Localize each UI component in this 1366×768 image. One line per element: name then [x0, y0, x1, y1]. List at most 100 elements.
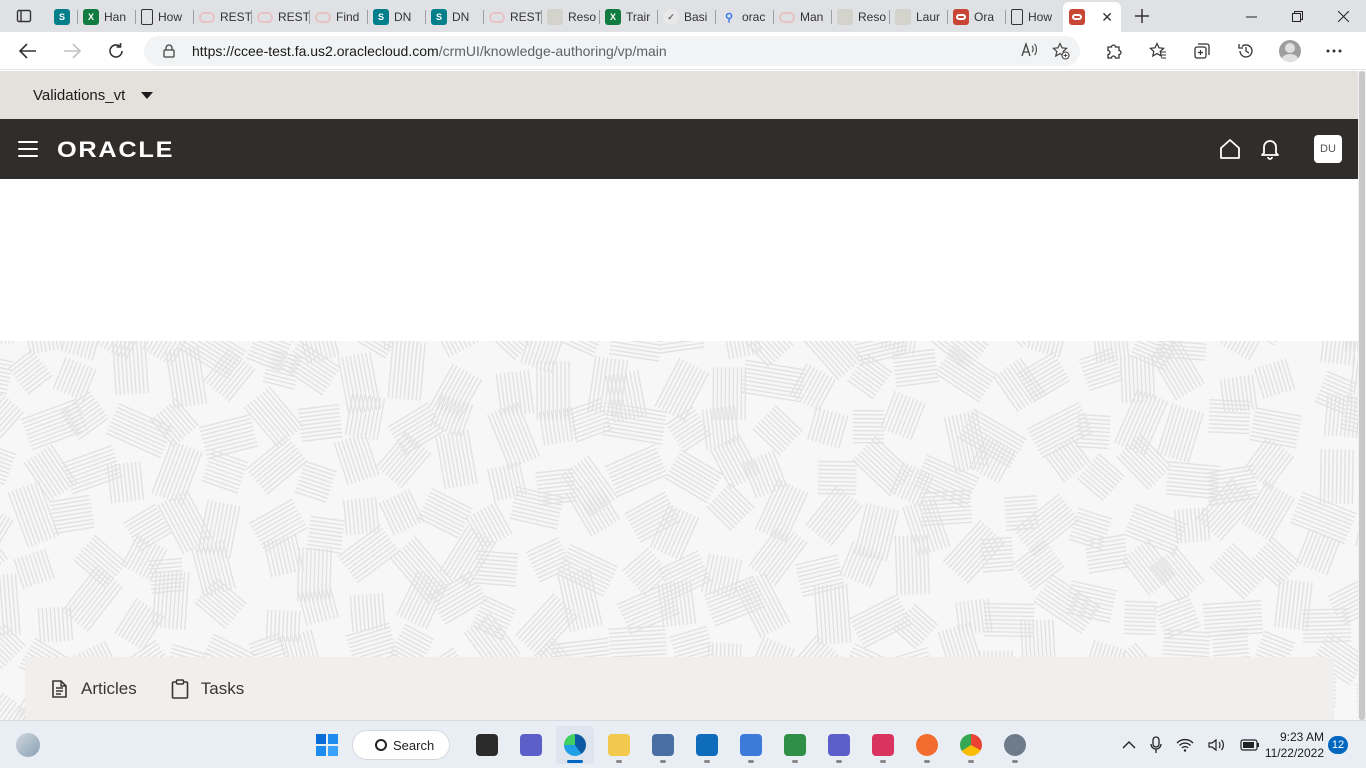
browser-toolbar: https://ccee-test.fa.us2.oraclecloud.com…: [0, 32, 1366, 70]
taskbar-app-outlook[interactable]: [688, 726, 726, 764]
taskbar-app-snipping-tool[interactable]: [864, 726, 902, 764]
nav-item-articles[interactable]: Articles: [51, 679, 137, 699]
history-icon: [1238, 44, 1253, 58]
oracle-outline-icon: [199, 11, 215, 23]
user-avatar[interactable]: DU: [1314, 135, 1342, 163]
edge-icon: [564, 734, 586, 756]
new-tab-button[interactable]: [1127, 1, 1157, 31]
tab-title: Trair: [626, 10, 651, 24]
oracle-logo[interactable]: ORACLE: [57, 137, 174, 163]
url-text[interactable]: https://ccee-test.fa.us2.oraclecloud.com…: [192, 43, 1020, 59]
favorites-button[interactable]: [1136, 36, 1180, 66]
taskbar-app-file-explorer[interactable]: [600, 726, 638, 764]
browser-tab[interactable]: ✓ Basi: [657, 4, 715, 30]
profile-avatar-icon: [1279, 40, 1301, 62]
taskbar-app-teams[interactable]: [820, 726, 858, 764]
browser-tab[interactable]: How: [135, 4, 193, 30]
notification-badge[interactable]: 12: [1328, 736, 1348, 754]
taskbar-clock[interactable]: 9:23 AM 11/22/2022: [1262, 729, 1324, 761]
browser-tab[interactable]: How: [1005, 4, 1063, 30]
tab-title: Find: [336, 10, 360, 24]
taskbar-app-settings[interactable]: [996, 726, 1034, 764]
browser-tab-strip: S X Han How REST REST Find S DN S DN REST Reso X Trair…: [0, 0, 1366, 32]
tab-title: Laur: [916, 10, 941, 24]
running-indicator: [880, 760, 886, 763]
browser-tab[interactable]: ⚲ orac: [715, 4, 773, 30]
url-host: https://ccee-test.fa.us2.oraclecloud.com: [192, 43, 439, 59]
taskbar-app-teams-chat[interactable]: [512, 726, 550, 764]
home-icon[interactable]: [1219, 138, 1241, 160]
browser-tab[interactable]: X Han: [77, 4, 135, 30]
microphone-icon[interactable]: [1150, 736, 1162, 754]
sandbox-bar: Validations_vt: [0, 71, 1358, 119]
collections-button[interactable]: [1180, 36, 1224, 66]
browser-tab[interactable]: S: [48, 4, 77, 30]
articles-icon: [52, 679, 67, 698]
browser-tab[interactable]: Man: [773, 4, 831, 30]
tab-actions-icon: [16, 9, 32, 23]
sharepoint-icon: S: [54, 9, 70, 25]
tab-list: S X Han How REST REST Find S DN S DN REST Reso X Trair…: [48, 0, 1121, 32]
taskbar-app-task-view[interactable]: [468, 726, 506, 764]
close-tab-icon[interactable]: ✕: [1101, 9, 1113, 26]
add-favorite-icon[interactable]: [1052, 42, 1070, 60]
browser-tab[interactable]: Laur: [889, 4, 947, 30]
page-scrollbar[interactable]: [1358, 71, 1366, 720]
taskbar-search[interactable]: Search: [352, 730, 450, 760]
extensions-button[interactable]: [1092, 36, 1136, 66]
minimize-button[interactable]: [1228, 0, 1274, 32]
taskbar-app-edge[interactable]: [556, 726, 594, 764]
tab-title: REST: [220, 10, 251, 24]
chevron-up-icon[interactable]: [1122, 740, 1136, 750]
weather-widget-icon[interactable]: [16, 733, 40, 757]
history-button[interactable]: [1224, 36, 1268, 66]
battery-icon[interactable]: [1240, 739, 1260, 751]
forward-button[interactable]: [54, 35, 90, 67]
browser-tab[interactable]: Reso: [831, 4, 889, 30]
browser-tab[interactable]: REST: [251, 4, 309, 30]
wifi-icon[interactable]: [1176, 738, 1194, 752]
lock-icon[interactable]: [162, 44, 176, 58]
minimize-icon: [1245, 16, 1257, 17]
address-bar[interactable]: https://ccee-test.fa.us2.oraclecloud.com…: [144, 36, 1080, 66]
browser-tab-active[interactable]: ✕: [1063, 2, 1121, 32]
browser-tab[interactable]: REST: [193, 4, 251, 30]
tab-title: Man: [800, 10, 824, 24]
back-button[interactable]: [10, 35, 46, 67]
hamburger-menu-icon[interactable]: [18, 141, 38, 157]
taskbar-app-spreadsheet-compare[interactable]: [776, 726, 814, 764]
sandbox-name[interactable]: Validations_vt: [33, 87, 125, 104]
caret-down-icon[interactable]: [141, 91, 154, 99]
browser-tab[interactable]: REST: [483, 4, 541, 30]
close-window-button[interactable]: [1320, 0, 1366, 32]
start-button[interactable]: [308, 726, 346, 764]
url-path: /crmUI/knowledge-authoring/vp/main: [438, 43, 667, 59]
settings-more-button[interactable]: [1312, 36, 1356, 66]
browser-tab[interactable]: Reso: [541, 4, 599, 30]
profile-button[interactable]: [1268, 36, 1312, 66]
tab-actions-button[interactable]: [0, 0, 48, 32]
taskbar-app-remote-desktop[interactable]: [644, 726, 682, 764]
browser-tab[interactable]: S DN: [367, 4, 425, 30]
address-bar-actions: [1020, 42, 1070, 60]
taskbar-app-pen-tool[interactable]: [908, 726, 946, 764]
taskbar-app-notepad[interactable]: [732, 726, 770, 764]
nav-item-label: Tasks: [200, 678, 245, 698]
generic-site-icon: [547, 9, 563, 25]
bell-icon[interactable]: [1260, 138, 1280, 160]
oracle-outline-icon: [257, 11, 273, 23]
taskbar-app-chrome[interactable]: [952, 726, 990, 764]
volume-icon[interactable]: [1208, 738, 1226, 752]
tab-title: Basi: [684, 10, 708, 24]
teams-icon: [828, 734, 850, 756]
scrollbar-thumb[interactable]: [1359, 71, 1365, 720]
nav-item-tasks[interactable]: Tasks: [171, 679, 244, 699]
browser-tab[interactable]: Find: [309, 4, 367, 30]
restore-button[interactable]: [1274, 0, 1320, 32]
system-tray: [1122, 721, 1260, 768]
read-aloud-icon[interactable]: [1020, 42, 1038, 58]
browser-tab[interactable]: X Trair: [599, 4, 657, 30]
browser-tab[interactable]: Ora: [947, 4, 1005, 30]
browser-tab[interactable]: S DN: [425, 4, 483, 30]
refresh-button[interactable]: [98, 35, 134, 67]
